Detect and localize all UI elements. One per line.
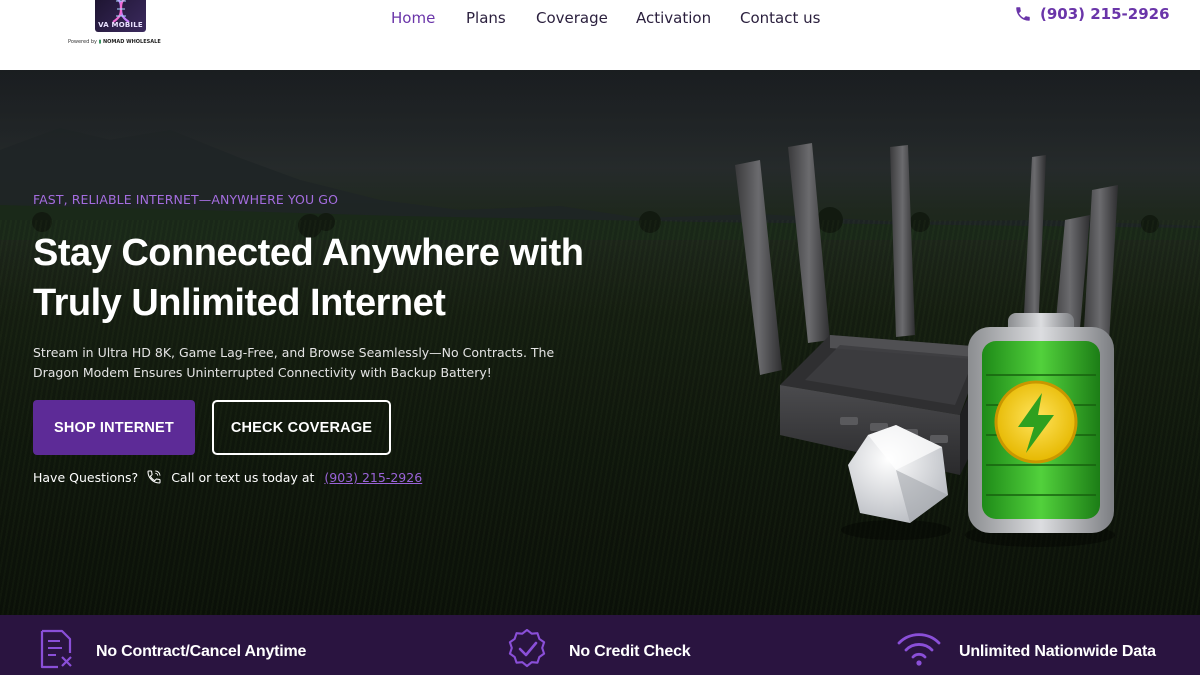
- logo-badge: VA MOBILE: [95, 0, 146, 32]
- feature-label: Unlimited Nationwide Data: [959, 643, 1156, 660]
- header-phone-number: (903) 215-2926: [1040, 5, 1170, 23]
- verified-badge-icon: [508, 629, 546, 668]
- site-header: VA MOBILE Powered by ▮ NOMAD WHOLESALE H…: [0, 0, 1200, 70]
- hero-contact-line: Have Questions? Call or text us today at…: [33, 469, 422, 485]
- feature-label: No Credit Check: [569, 643, 691, 660]
- nav-home[interactable]: Home: [391, 9, 435, 27]
- router-battery-illustration: [735, 143, 1118, 547]
- hero-section: FAST, RELIABLE INTERNET—ANYWHERE YOU GO …: [0, 70, 1200, 615]
- subtext-line-1: Stream in Ultra HD 8K, Game Lag-Free, an…: [33, 345, 555, 360]
- nav-contact-us[interactable]: Contact us: [740, 9, 820, 27]
- hero-phone-link[interactable]: (903) 215-2926: [324, 470, 422, 485]
- nav-coverage[interactable]: Coverage: [536, 9, 608, 27]
- questions-label: Have Questions?: [33, 469, 139, 485]
- shop-internet-button[interactable]: SHOP INTERNET: [33, 400, 195, 455]
- document-cancel-icon: [40, 629, 72, 669]
- powered-by-line: Powered by ▮ NOMAD WHOLESALE: [68, 39, 180, 45]
- hero-eyebrow: FAST, RELIABLE INTERNET—ANYWHERE YOU GO: [33, 192, 339, 207]
- phone-outline-icon: [147, 470, 161, 484]
- hero-headline: Stay Connected Anywhere with Truly Unlim…: [33, 228, 653, 328]
- nav-plans[interactable]: Plans: [466, 9, 506, 27]
- check-coverage-button[interactable]: CHECK COVERAGE: [212, 400, 391, 455]
- battery-graphic: [965, 313, 1115, 547]
- headline-line-1: Stay Connected Anywhere with: [33, 232, 584, 274]
- hero-subtext: Stream in Ultra HD 8K, Game Lag-Free, an…: [33, 343, 593, 383]
- logo-name: VA MOBILE: [98, 21, 143, 29]
- nav-activation[interactable]: Activation: [636, 9, 711, 27]
- feature-strip: No Contract/Cancel Anytime No Credit Che…: [0, 615, 1200, 675]
- subtext-line-2: Dragon Modem Ensures Uninterrupted Conne…: [33, 365, 492, 380]
- partner-name: NOMAD WHOLESALE: [102, 39, 161, 45]
- powered-by-label: Powered by: [68, 39, 97, 45]
- wifi-icon: [897, 633, 941, 666]
- headline-line-2: Truly Unlimited Internet: [33, 282, 446, 324]
- brand-logo[interactable]: VA MOBILE Powered by ▮ NOMAD WHOLESALE: [68, 0, 178, 48]
- feature-label: No Contract/Cancel Anytime: [96, 643, 307, 660]
- partner-mark-icon: ▮: [98, 39, 102, 45]
- header-phone-link[interactable]: (903) 215-2926: [1014, 5, 1170, 23]
- phone-icon: [1016, 7, 1030, 21]
- call-text: Call or text us today at: [171, 469, 315, 485]
